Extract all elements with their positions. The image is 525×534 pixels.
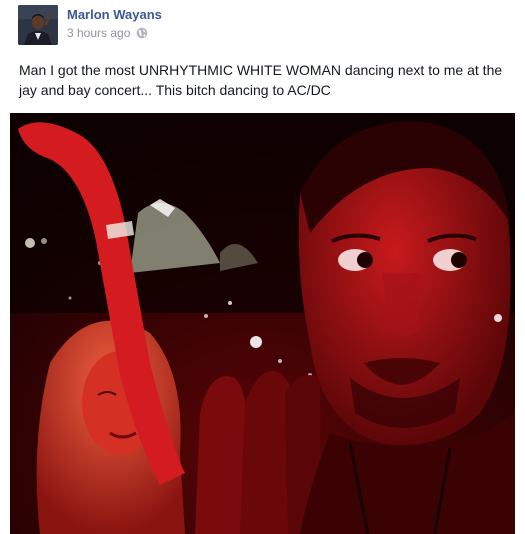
post-photo[interactable]: [10, 113, 515, 534]
author-name-link[interactable]: Marlon Wayans: [67, 7, 162, 22]
post-timestamp[interactable]: 3 hours ago: [67, 26, 130, 40]
author-avatar[interactable]: [18, 5, 58, 45]
facebook-post: Marlon Wayans 3 hours ago Man I got the …: [0, 0, 525, 534]
avatar-image: [18, 5, 58, 45]
globe-icon[interactable]: [136, 27, 148, 39]
post-meta: 3 hours ago: [67, 26, 148, 40]
concert-photo: [10, 113, 515, 534]
post-text: Man I got the most UNRHYTHMIC WHITE WOMA…: [19, 62, 503, 98]
